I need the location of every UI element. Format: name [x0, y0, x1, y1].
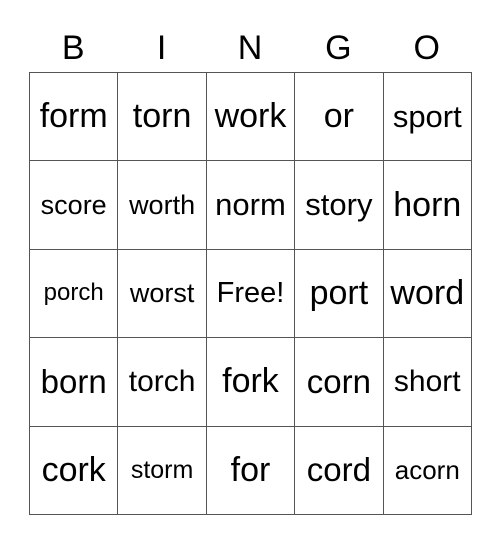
bingo-cell: short — [382, 337, 473, 427]
bingo-cell: fork — [205, 337, 296, 427]
header-letter-i: I — [156, 29, 167, 67]
bingo-cell: porch — [28, 248, 119, 339]
header-letter-o: O — [413, 29, 440, 67]
header-letter-b: B — [61, 29, 85, 67]
bingo-header: B I N G O — [29, 28, 471, 68]
bingo-cell: worth — [117, 160, 207, 250]
bingo-row: cork storm for cord acorn — [28, 425, 473, 516]
bingo-card: form torn work or sport score worth norm story ho… — [28, 71, 473, 516]
bingo-row: score worth norm story horn — [28, 160, 473, 250]
bingo-cell: storm — [117, 425, 207, 516]
header-letter-g: G — [325, 29, 352, 67]
bingo-cell: score — [28, 160, 119, 250]
bingo-cell: norm — [205, 160, 296, 250]
bingo-cell: or — [294, 71, 384, 162]
bingo-cell: Free! — [205, 248, 296, 339]
bingo-cell: cord — [294, 425, 384, 516]
bingo-cell: torch — [117, 337, 207, 427]
bingo-cell: worst — [117, 248, 207, 339]
bingo-cell: corn — [294, 337, 384, 427]
bingo-cell: form — [28, 71, 119, 162]
bingo-cell: sport — [382, 71, 473, 162]
bingo-cell: port — [294, 248, 384, 339]
bingo-cell: for — [205, 425, 296, 516]
bingo-cell: horn — [382, 160, 473, 250]
bingo-cell: story — [294, 160, 384, 250]
header-letter-n: N — [237, 29, 263, 67]
bingo-cell: torn — [117, 71, 207, 162]
bingo-row: porch worst Free! port word — [28, 248, 473, 339]
bingo-row: born torch fork corn short — [28, 337, 473, 427]
bingo-cell: work — [205, 71, 296, 162]
bingo-cell: acorn — [382, 425, 473, 516]
bingo-row: form torn work or sport — [28, 71, 473, 162]
bingo-cell: word — [382, 248, 473, 339]
bingo-cell: cork — [28, 425, 119, 516]
bingo-cell: born — [28, 337, 119, 427]
